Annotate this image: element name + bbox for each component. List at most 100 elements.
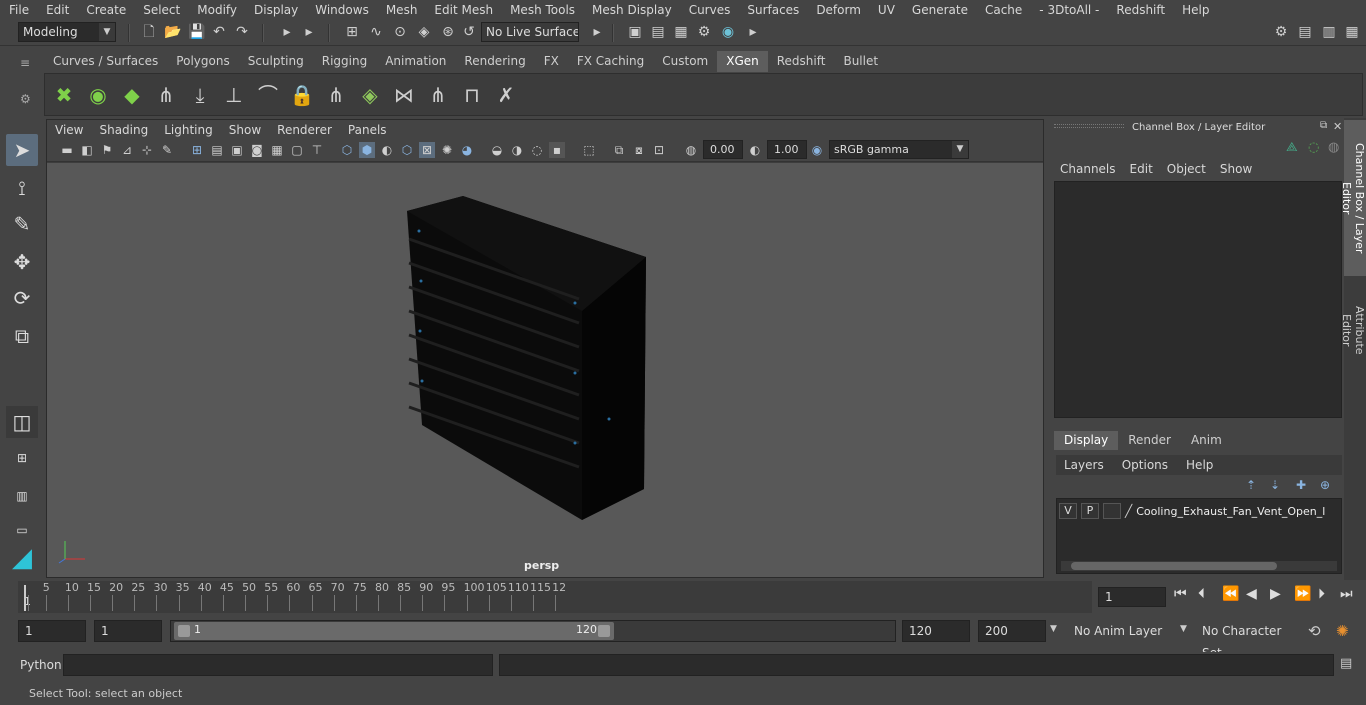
xray-icon[interactable]: ⧉	[611, 142, 627, 158]
lasso-tool-icon[interactable]: ⟟	[6, 172, 38, 204]
viewport-menu-renderer[interactable]: Renderer	[269, 123, 340, 137]
chevron-down-icon[interactable]: ▼	[1180, 624, 1187, 634]
menu-surfaces[interactable]: Surfaces	[738, 3, 807, 17]
shelf-tab-curves-surfaces[interactable]: Curves / Surfaces	[44, 51, 168, 72]
character-set-field[interactable]: No Character Set	[1196, 620, 1300, 660]
command-language-label[interactable]: Python	[20, 658, 62, 672]
collapse-arrow-icon[interactable]: ▸	[744, 24, 762, 42]
menu-generate[interactable]: Generate	[903, 3, 976, 17]
viewport-menu-shading[interactable]: Shading	[91, 123, 156, 137]
exposure-icon[interactable]: ◍	[683, 142, 699, 158]
chevron-down-icon[interactable]: ▼	[1050, 624, 1057, 634]
channel-menu-channels[interactable]: Channels	[1058, 162, 1128, 176]
shelf-tab-xgen[interactable]: XGen	[717, 51, 768, 72]
playback-end-field[interactable]: 120	[902, 620, 970, 642]
scene-end-field[interactable]: 200	[978, 620, 1046, 642]
xray-components-icon[interactable]: ⊡	[651, 142, 667, 158]
xgen-sculpt-guide-icon[interactable]: ⌒	[253, 78, 283, 112]
scene-start-field[interactable]: 1	[18, 620, 86, 642]
xgen-guide-length-icon[interactable]: ⋔	[321, 78, 351, 112]
layer-playback-toggle[interactable]: P	[1081, 503, 1099, 519]
menu-edit-mesh[interactable]: Edit Mesh	[425, 3, 501, 17]
render-sequence-icon[interactable]: ▤	[649, 24, 667, 42]
time-slider[interactable]: 1 51015202530354045505560657075808590951…	[18, 581, 1092, 613]
render-settings-icon[interactable]: ⚙	[695, 24, 713, 42]
exposure-field[interactable]: 0.00	[703, 140, 743, 159]
xgen-lock-guide-icon[interactable]: 🔒	[287, 78, 317, 112]
anim-layer-field[interactable]: No Anim Layer	[1068, 620, 1174, 642]
outliner-toggle-icon[interactable]: ▤	[1296, 24, 1314, 42]
menu-redshift[interactable]: Redshift	[1107, 3, 1173, 17]
xgen-clump-icon[interactable]: ⋔	[423, 78, 453, 112]
default-material-icon[interactable]: ◐	[379, 142, 395, 158]
play-backwards-icon[interactable]: ◀	[1246, 586, 1257, 602]
smooth-shade-icon[interactable]: ⬢	[359, 142, 375, 158]
layer-display-type-toggle[interactable]	[1103, 503, 1121, 519]
shelf-tab-rigging[interactable]: Rigging	[312, 51, 377, 72]
xgen-noise-icon[interactable]: ✗	[491, 78, 521, 112]
command-input[interactable]	[63, 654, 493, 676]
menu-deform[interactable]: Deform	[807, 3, 869, 17]
menu-3dtoall[interactable]: - 3DtoAll -	[1030, 3, 1107, 17]
camera-select-icon[interactable]: ▬	[59, 142, 75, 158]
menu-file[interactable]: File	[0, 3, 37, 17]
viewport-menu-panels[interactable]: Panels	[340, 123, 395, 137]
xgen-add-guide-icon[interactable]: ⊥	[219, 78, 249, 112]
step-back-key-icon[interactable]: ⏪	[1222, 586, 1239, 602]
field-chart-icon[interactable]: ▦	[269, 142, 285, 158]
xgen-preview-icon[interactable]: ◉	[83, 78, 113, 112]
current-frame-field[interactable]: 1	[1098, 587, 1166, 607]
range-end-handle[interactable]	[598, 625, 610, 637]
snap-live-icon[interactable]: ⊛	[439, 24, 457, 42]
play-forwards-icon[interactable]: ▶	[1270, 586, 1281, 602]
playback-start-field[interactable]: 1	[94, 620, 162, 642]
select-tool-icon[interactable]: ➤	[6, 134, 38, 166]
depth-of-field-icon[interactable]: ▪	[549, 142, 565, 158]
film-gate-icon[interactable]: ▤	[209, 142, 225, 158]
layer-menu-options[interactable]: Options	[1114, 458, 1178, 472]
textured-icon[interactable]: ⊠	[419, 142, 435, 158]
xgen-groom-icon[interactable]: ⋔	[151, 78, 181, 112]
workspace-icon[interactable]: ⚙	[1272, 24, 1290, 42]
layer-row[interactable]: V P ╱ Cooling_Exhaust_Fan_Vent_Open_laye…	[1059, 502, 1341, 520]
layout-outliner-icon[interactable]: ▥	[6, 480, 38, 512]
menu-curves[interactable]: Curves	[680, 3, 739, 17]
menu-cache[interactable]: Cache	[976, 3, 1030, 17]
snap-curve-icon[interactable]: ∿	[367, 24, 385, 42]
snap-point-icon[interactable]: ⊙	[391, 24, 409, 42]
range-start-handle[interactable]	[178, 625, 190, 637]
channel-menu-edit[interactable]: Edit	[1128, 162, 1165, 176]
layer-tab-render[interactable]: Render	[1118, 431, 1181, 450]
menu-mesh-tools[interactable]: Mesh Tools	[501, 3, 583, 17]
xgen-leaf-icon[interactable]: ◆	[117, 78, 147, 112]
snap-view-plane-icon[interactable]: ◈	[415, 24, 433, 42]
screen-space-ao-icon[interactable]: ◒	[489, 142, 505, 158]
grease-pencil-icon[interactable]: ✎	[159, 142, 175, 158]
channel-box-area[interactable]	[1054, 181, 1342, 418]
float-panel-icon[interactable]: ⧉	[1320, 120, 1327, 131]
bookmark-icon[interactable]: ⚑	[99, 142, 115, 158]
isolate-select-icon[interactable]: ⬚	[581, 142, 597, 158]
menu-help[interactable]: Help	[1173, 3, 1217, 17]
collapse-arrow-icon[interactable]: ▸	[300, 24, 318, 42]
layout-four-icon[interactable]: ⊞	[6, 442, 38, 474]
channel-options-icon[interactable]: ◍	[1328, 140, 1339, 155]
scale-tool-icon[interactable]: ⧉	[6, 320, 38, 352]
viewport-menu-view[interactable]: View	[47, 123, 91, 137]
layer-name[interactable]: Cooling_Exhaust_Fan_Vent_Open_layer	[1136, 505, 1326, 518]
shelf-tab-polygons[interactable]: Polygons	[167, 51, 239, 72]
layer-color-icon[interactable]: ╱	[1125, 504, 1132, 518]
color-management-icon[interactable]: ◉	[809, 142, 825, 158]
layer-tab-display[interactable]: Display	[1054, 431, 1119, 450]
shelf-tab-fx-caching[interactable]: FX Caching	[567, 51, 654, 72]
channel-menu-object[interactable]: Object	[1165, 162, 1218, 176]
step-forward-frame-icon[interactable]: ⏵	[1318, 586, 1325, 602]
menu-uv[interactable]: UV	[869, 3, 903, 17]
layout-single-icon[interactable]: ◫	[6, 406, 38, 438]
layer-menu-layers[interactable]: Layers	[1056, 458, 1114, 472]
menu-windows[interactable]: Windows	[306, 3, 377, 17]
gate-mask-icon[interactable]: ◙	[249, 142, 265, 158]
xgen-cut-icon[interactable]: ⋈	[389, 78, 419, 112]
collapse-arrow-icon[interactable]: ▸	[278, 24, 296, 42]
tab-attribute-editor[interactable]: Attribute Editor	[1340, 282, 1366, 378]
